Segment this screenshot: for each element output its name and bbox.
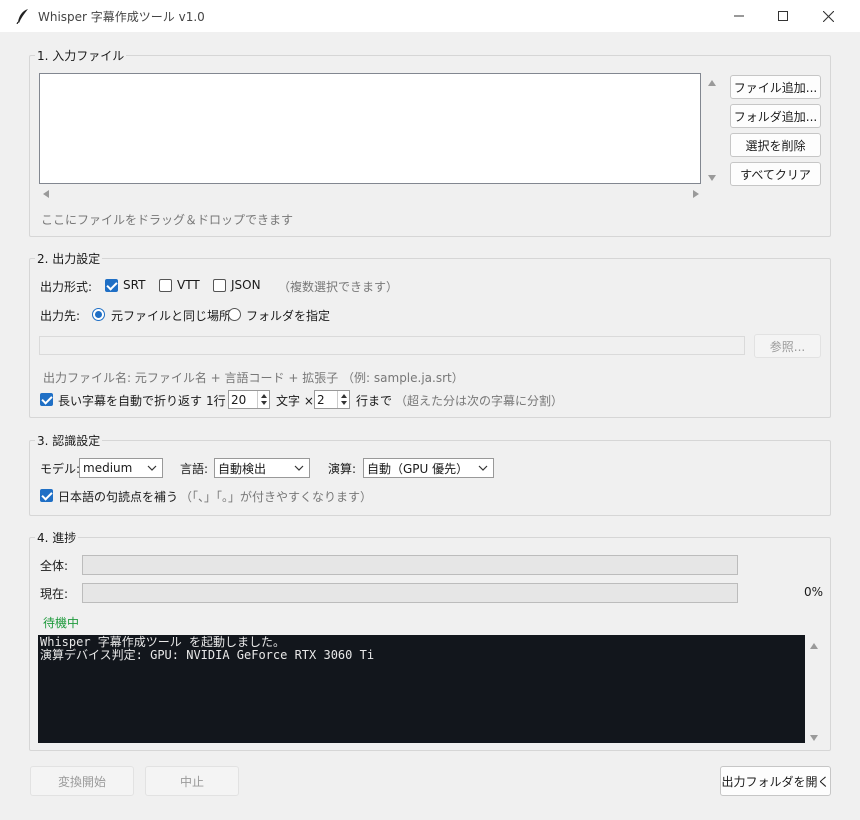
current-progress-bar xyxy=(82,583,738,603)
compute-value: 自動（GPU 優先） xyxy=(367,461,469,476)
wrap-label: 長い字幕を自動で折り返す xyxy=(58,394,203,408)
output-settings-legend: 2. 出力設定 xyxy=(35,250,103,267)
model-value: medium xyxy=(83,461,133,475)
wrap-prefix: 1行 xyxy=(206,394,226,408)
same-location-label: 元ファイルと同じ場所 xyxy=(111,309,232,323)
recognition-settings-legend: 3. 認識設定 xyxy=(35,432,103,449)
wrap-checkbox[interactable] xyxy=(40,393,53,406)
minimize-icon xyxy=(734,15,744,17)
vtt-label: VTT xyxy=(177,278,200,292)
log-scroll-down-icon[interactable] xyxy=(809,731,819,745)
wrap-note: （超えた分は次の字幕に分割） xyxy=(395,394,564,408)
progress-legend: 4. 進捗 xyxy=(35,529,79,546)
log-scroll-up-icon[interactable] xyxy=(809,639,819,653)
file-listbox[interactable] xyxy=(39,73,701,184)
language-value: 自動検出 xyxy=(218,461,267,476)
language-select[interactable]: 自動検出 xyxy=(214,458,310,478)
start-button[interactable]: 変換開始 xyxy=(30,766,134,796)
specify-folder-radio[interactable] xyxy=(228,308,241,321)
lines-value: 2 xyxy=(317,392,325,407)
lines-spin-arrows-icon[interactable] xyxy=(337,391,349,408)
chars-unit: 文字 × xyxy=(276,394,314,408)
browse-button[interactable]: 参照... xyxy=(754,334,821,358)
chars-per-line-value: 20 xyxy=(231,392,247,407)
chevron-down-icon xyxy=(294,465,304,471)
input-files-legend: 1. 入力ファイル xyxy=(35,47,127,64)
lines-unit: 行まで xyxy=(356,394,393,408)
overall-progress-bar xyxy=(82,555,738,575)
current-label: 現在: xyxy=(40,587,69,601)
chars-per-line-spinbox[interactable]: 20 xyxy=(228,390,270,409)
feather-icon xyxy=(16,8,30,25)
same-location-radio[interactable] xyxy=(92,308,105,321)
scroll-right-icon[interactable] xyxy=(692,188,700,202)
chevron-down-icon xyxy=(147,465,157,471)
punctuation-note: （「、」「。」が付きやすくなります） xyxy=(180,490,373,504)
punctuation-checkbox[interactable] xyxy=(40,489,53,502)
scroll-up-icon[interactable] xyxy=(707,76,717,90)
filename-note: 出力ファイル名: 元ファイル名 + 言語コード + 拡張子 （例: sample… xyxy=(43,371,464,385)
drop-hint: ここにファイルをドラッグ＆ドロップできます xyxy=(41,213,294,227)
format-note: （複数選択できます） xyxy=(278,280,399,294)
close-button[interactable] xyxy=(805,0,851,32)
json-checkbox[interactable] xyxy=(213,279,226,292)
output-path-field[interactable] xyxy=(39,336,745,355)
add-files-button[interactable]: ファイル追加... xyxy=(730,75,821,99)
vtt-checkbox[interactable] xyxy=(159,279,172,292)
lines-spinbox[interactable]: 2 xyxy=(314,390,350,409)
chars-spin-arrows-icon[interactable] xyxy=(257,391,269,408)
srt-checkbox[interactable] xyxy=(105,279,118,292)
punctuation-label: 日本語の句読点を補う xyxy=(58,490,179,504)
title-bar: Whisper 字幕作成ツール v1.0 xyxy=(0,0,860,32)
format-label: 出力形式: xyxy=(40,280,93,294)
compute-label: 演算: xyxy=(328,462,357,476)
scroll-left-icon[interactable] xyxy=(42,188,50,202)
overall-label: 全体: xyxy=(40,559,69,573)
destination-label: 出力先: xyxy=(40,309,81,323)
compute-select[interactable]: 自動（GPU 優先） xyxy=(363,458,494,478)
status-text: 待機中 xyxy=(43,616,80,630)
chevron-down-icon xyxy=(478,465,488,471)
clear-all-button[interactable]: すべてクリア xyxy=(730,162,821,186)
log-console[interactable]: Whisper 字幕作成ツール を起動しました。 演算デバイス判定: GPU: … xyxy=(38,635,805,743)
close-icon xyxy=(822,10,834,22)
scroll-down-icon[interactable] xyxy=(707,171,717,185)
window-title: Whisper 字幕作成ツール v1.0 xyxy=(38,10,205,24)
progress-percent: 0% xyxy=(804,585,824,599)
language-label: 言語: xyxy=(180,462,209,476)
maximize-button[interactable] xyxy=(760,0,806,32)
client-area: 1. 入力ファイル ファイル追加... フォルダ追加... 選択を削除 すべてク… xyxy=(8,32,852,812)
minimize-button[interactable] xyxy=(716,0,762,32)
srt-label: SRT xyxy=(123,278,146,292)
add-folder-button[interactable]: フォルダ追加... xyxy=(730,104,821,128)
model-label: モデル: xyxy=(40,462,81,476)
open-output-folder-button[interactable]: 出力フォルダを開く xyxy=(720,766,831,796)
stop-button[interactable]: 中止 xyxy=(145,766,239,796)
app-window: Whisper 字幕作成ツール v1.0 1. 入力ファイル ファイル追加...… xyxy=(0,0,860,820)
maximize-icon xyxy=(778,11,788,21)
model-select[interactable]: medium xyxy=(79,458,163,478)
json-label: JSON xyxy=(231,278,261,292)
remove-selected-button[interactable]: 選択を削除 xyxy=(730,133,821,157)
specify-folder-label: フォルダを指定 xyxy=(246,309,331,323)
